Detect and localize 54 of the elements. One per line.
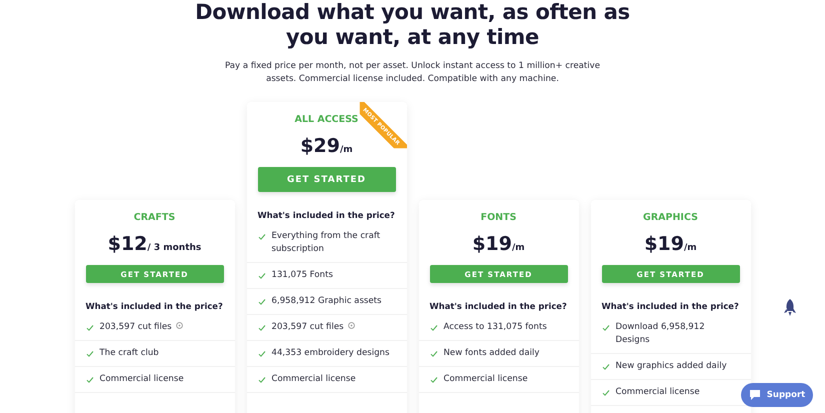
feature-text: Commercial license xyxy=(100,373,184,386)
check-icon xyxy=(86,324,94,332)
plan-name: ALL ACCESS xyxy=(294,114,358,125)
price-period: /m xyxy=(340,145,353,155)
check-icon xyxy=(86,350,94,358)
info-icon[interactable] xyxy=(348,322,355,329)
feature-text: Commercial license xyxy=(272,373,356,386)
feature-text: 44,353 embroidery designs xyxy=(272,347,390,360)
rocket-icon[interactable] xyxy=(782,298,798,318)
check-icon xyxy=(258,350,266,358)
feature-text: The craft club xyxy=(100,347,159,360)
included-heading: What's included in the price? xyxy=(430,301,568,311)
included-heading: What's included in the price? xyxy=(602,301,740,311)
plan-price: $12 xyxy=(108,233,148,255)
feature-text: 6,958,912 Graphic assets xyxy=(272,295,382,308)
feature-text: New graphics added daily xyxy=(616,360,727,373)
feature-text: Download 6,958,912 Designs xyxy=(616,321,706,347)
check-icon xyxy=(258,272,266,280)
plan-name: GRAPHICS xyxy=(643,212,698,223)
feature-text: Everything from the craft subscription xyxy=(272,230,382,256)
price-period: / 3 months xyxy=(147,243,202,253)
chat-icon xyxy=(748,389,761,401)
feature-text: New fonts added daily xyxy=(444,347,540,360)
price-period: /m xyxy=(512,243,525,253)
check-icon xyxy=(430,324,438,332)
check-icon xyxy=(258,324,266,332)
check-icon xyxy=(430,350,438,358)
page-heading: Download what you want, as often as you want, at any time xyxy=(194,0,631,50)
info-icon[interactable] xyxy=(176,322,183,329)
feature-text: Access to 131,075 fonts xyxy=(444,321,547,334)
check-icon xyxy=(86,376,94,384)
included-heading: What's included in the price? xyxy=(86,301,224,311)
feature-text: 131,075 Fonts xyxy=(272,269,333,282)
plan-name: FONTS xyxy=(480,212,516,223)
feature-text: 203,597 cut files xyxy=(272,321,344,334)
check-icon xyxy=(602,324,610,332)
plan-price: $29 xyxy=(300,135,340,157)
page-subtitle: Pay a fixed price per month, not per asset. Unlock instant access to 1 million+ creative assets. Commercial license included. Compatible with any machine. xyxy=(224,60,602,86)
feature-text: 203,597 cut files xyxy=(100,321,172,334)
feature-text: Commercial license xyxy=(616,386,700,399)
plan-price: $19 xyxy=(472,233,512,255)
get-started-button[interactable]: GET STARTED xyxy=(258,167,396,192)
check-icon xyxy=(258,298,266,306)
support-button[interactable]: Support xyxy=(741,383,813,407)
feature-text: Commercial license xyxy=(444,373,528,386)
check-icon xyxy=(602,389,610,397)
price-period: /m xyxy=(684,243,697,253)
included-heading: What's included in the price? xyxy=(258,210,396,220)
check-icon xyxy=(602,363,610,371)
check-icon xyxy=(258,376,266,384)
check-icon xyxy=(430,376,438,384)
plan-price: $19 xyxy=(644,233,684,255)
plan-name: CRAFTS xyxy=(134,212,176,223)
check-icon xyxy=(258,233,266,241)
